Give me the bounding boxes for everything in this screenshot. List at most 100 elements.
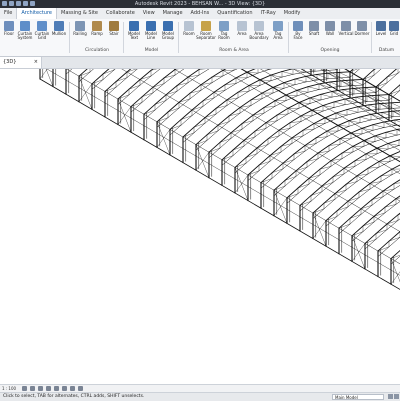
frame-member (261, 178, 272, 188)
frame-member (287, 194, 298, 204)
ribbon-separator (123, 22, 124, 53)
frame-member (300, 201, 311, 205)
frame-member (310, 94, 321, 98)
view-scale[interactable]: 1 : 100 (2, 386, 16, 391)
frame-member (151, 69, 162, 70)
frame-member (378, 247, 389, 257)
curtain-grid-button[interactable]: Curtain Grid (34, 21, 50, 46)
frame-member (261, 173, 272, 183)
tab-collaborate[interactable]: Collaborate (102, 8, 139, 19)
frame-member (183, 133, 194, 137)
frame-member (330, 82, 341, 86)
frame-member (363, 75, 374, 79)
frame-member (308, 84, 319, 87)
frame-member (323, 102, 334, 106)
tab-modify[interactable]: Modify (280, 8, 305, 19)
frame-member (296, 162, 307, 171)
by-face-button[interactable]: By Face (290, 21, 306, 46)
frame-member (284, 79, 295, 83)
frame-member (321, 94, 332, 97)
lock-view-icon[interactable] (70, 386, 75, 391)
visual-style-icon[interactable] (30, 386, 35, 391)
frame-member (179, 93, 190, 102)
level-button[interactable]: Level (373, 21, 389, 46)
frame-member (274, 186, 285, 190)
tab-architecture[interactable]: Architecture (16, 8, 57, 19)
tab-file[interactable]: File (0, 8, 16, 19)
shadows-icon[interactable] (46, 386, 51, 391)
frame-member (386, 130, 397, 133)
wall-opening-button[interactable]: Wall (322, 21, 338, 46)
frame-member (247, 69, 258, 72)
shaft-button[interactable]: Shaft (306, 21, 322, 46)
frame-member (363, 222, 374, 232)
model-text-button[interactable]: Model Text (126, 21, 142, 46)
tab-it-ray[interactable]: IT-Ray (257, 8, 280, 19)
frame-member (192, 101, 203, 110)
sun-path-icon[interactable] (38, 386, 43, 391)
floor-button[interactable]: Floor (1, 21, 17, 46)
frame-member (295, 82, 306, 85)
window-title: Autodesk Revit 2023 - BEHSAN W... - 3D V… (0, 0, 400, 8)
area-boundary-button[interactable]: Area Boundary (251, 21, 267, 46)
active-model-selector[interactable]: Main Model (332, 394, 384, 400)
3d-viewport[interactable] (0, 69, 400, 384)
area-button[interactable]: Area (234, 21, 250, 46)
frame-member (205, 108, 216, 117)
tab-manage[interactable]: Manage (159, 8, 187, 19)
tab-massing-site[interactable]: Massing & Site (57, 8, 102, 19)
stair-button[interactable]: Stair (106, 21, 122, 46)
frame-member (207, 131, 218, 141)
frame-member (155, 100, 166, 110)
railing-button[interactable]: Railing (72, 21, 88, 46)
frame-member (218, 116, 229, 125)
detail-level-icon[interactable] (22, 386, 27, 391)
tag-room-button[interactable]: Tag Room (216, 21, 232, 46)
frame-member (298, 178, 309, 188)
frame-member (259, 156, 270, 166)
crop-view-icon[interactable] (54, 386, 59, 391)
grid-button[interactable]: Grid (388, 21, 400, 46)
filter-icon[interactable] (388, 394, 393, 399)
curtain-system-button[interactable]: Curtain System (17, 21, 33, 46)
frame-member (275, 95, 286, 101)
by-face-icon (293, 21, 303, 31)
frame-member (209, 148, 220, 152)
frame-member (273, 83, 284, 88)
vertical-opening-button[interactable]: Vertical (338, 21, 354, 46)
close-icon[interactable]: × (34, 57, 38, 68)
room-button[interactable]: Room (181, 21, 197, 46)
frame-member (387, 215, 398, 224)
frame-member (116, 78, 127, 88)
frame-member (386, 132, 397, 135)
tab-view[interactable]: View (139, 8, 159, 19)
show-crop-icon[interactable] (62, 386, 67, 391)
frame-member (336, 115, 347, 119)
frame-member (364, 136, 375, 141)
frame-member (324, 199, 335, 209)
ramp-button[interactable]: Ramp (89, 21, 105, 46)
frame-member (374, 207, 385, 216)
view-tab-3d[interactable]: {3D} × (0, 57, 42, 68)
tab-quantification[interactable]: Quantification (213, 8, 256, 19)
mullion-button[interactable]: Mullion (51, 21, 67, 46)
frame-member (339, 224, 350, 234)
frame-member (325, 113, 336, 118)
selection-icon[interactable] (394, 394, 399, 399)
frame-member (396, 191, 400, 199)
frame-member (196, 140, 207, 144)
frame-member (246, 154, 257, 164)
frame-member (157, 112, 168, 122)
temporary-hide-icon[interactable] (78, 386, 83, 391)
dormer-button[interactable]: Dormer (354, 21, 370, 46)
tag-area-button[interactable]: Tag Area (270, 21, 286, 46)
model-line-button[interactable]: Model Line (143, 21, 159, 46)
frame-member (378, 247, 389, 251)
room-separator-button[interactable]: Room Separator (198, 21, 214, 46)
model-group-button[interactable]: Model Group (160, 21, 176, 46)
frame-member (272, 163, 283, 173)
tab-add-ins[interactable]: Add-Ins (187, 8, 214, 19)
frame-member (144, 110, 155, 120)
frame-member (181, 110, 192, 120)
frame-member (389, 232, 400, 242)
